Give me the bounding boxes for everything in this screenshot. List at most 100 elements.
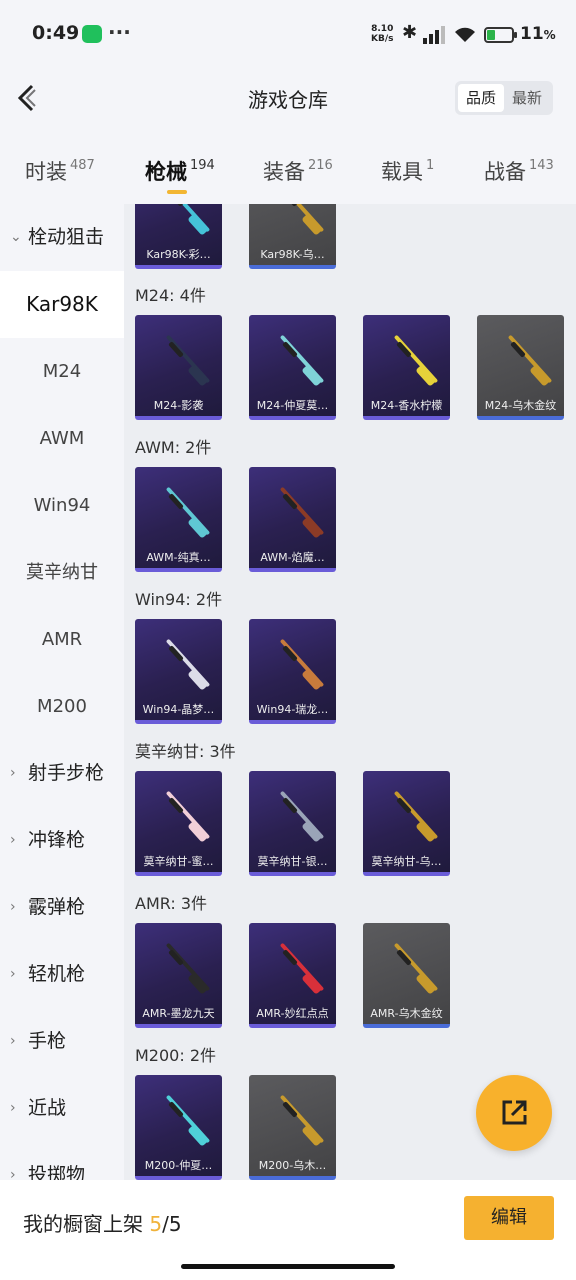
weapon-skin-card[interactable]: M24-影袭 bbox=[135, 315, 222, 420]
rifle-icon bbox=[157, 633, 211, 693]
weapon-skin-name: Kar98K-彩… bbox=[146, 248, 211, 261]
chevron-right-icon: › bbox=[10, 1167, 16, 1180]
weapon-skin-card[interactable]: AWM-焰魔… bbox=[249, 467, 336, 572]
gesture-handle bbox=[181, 1264, 395, 1269]
weapon-skin-card[interactable]: AWM-纯真… bbox=[135, 467, 222, 572]
sidebar-item[interactable]: AWM bbox=[0, 405, 124, 472]
weapon-skin-name: Win94-晶梦… bbox=[142, 703, 215, 716]
rifle-icon bbox=[385, 785, 439, 845]
share-button[interactable] bbox=[476, 1075, 552, 1151]
sidebar-item-label: 手枪 bbox=[28, 1030, 67, 1052]
weapon-skin-card[interactable]: 莫辛纳甘-蜜… bbox=[135, 771, 222, 876]
sidebar-item[interactable]: › 轻机枪 bbox=[0, 941, 124, 1008]
sidebar-item-label: M200 bbox=[37, 696, 87, 717]
sidebar-item-label: 霰弹枪 bbox=[28, 896, 86, 918]
sort-quality-option[interactable]: 品质 bbox=[458, 84, 504, 112]
rifle-icon bbox=[157, 329, 211, 389]
sidebar-item[interactable]: M24 bbox=[0, 338, 124, 405]
showcase-total: /5 bbox=[162, 1212, 182, 1236]
rifle-icon bbox=[499, 329, 553, 389]
weapon-skin-name: M200-仲夏… bbox=[144, 1159, 213, 1172]
sidebar-item[interactable]: Kar98K bbox=[0, 271, 124, 338]
signal-icon bbox=[423, 26, 445, 44]
tab-underline bbox=[167, 190, 187, 194]
showcase-status: 我的橱窗上架 5/5 bbox=[23, 1212, 182, 1236]
weapon-skin-card[interactable]: M24-乌木金纹 bbox=[477, 315, 564, 420]
rifle-icon bbox=[385, 937, 439, 997]
sidebar-item[interactable]: 莫辛纳甘 bbox=[0, 539, 124, 606]
more-notifications-icon: ··· bbox=[108, 20, 131, 44]
rifle-icon bbox=[271, 937, 325, 997]
rifle-icon bbox=[271, 481, 325, 541]
showcase-current: 5 bbox=[149, 1212, 163, 1236]
share-external-icon bbox=[502, 1100, 527, 1125]
section-title: M200: 2件 bbox=[135, 1046, 217, 1065]
sidebar-item[interactable]: › 霰弹枪 bbox=[0, 874, 124, 941]
network-speed: 8.10 KB/s bbox=[371, 24, 393, 44]
sidebar-item-label: Kar98K bbox=[26, 292, 98, 316]
section-title: AWM: 2件 bbox=[135, 438, 212, 457]
battery-icon bbox=[484, 27, 517, 43]
tab-vehicles[interactable]: 载具 1 bbox=[381, 156, 434, 186]
weapon-skin-name: Kar98K-乌… bbox=[260, 248, 325, 261]
sidebar-item[interactable]: › 射手步枪 bbox=[0, 740, 124, 807]
weapon-skin-card[interactable]: Win94-晶梦… bbox=[135, 619, 222, 724]
weapon-skin-name: AWM-纯真… bbox=[146, 551, 211, 564]
header: 游戏仓库 品质 最新 bbox=[0, 70, 576, 130]
rifle-icon bbox=[271, 204, 325, 238]
sidebar-item[interactable]: ⌄ 栓动狙击 bbox=[0, 204, 124, 271]
weapon-skin-card[interactable]: Kar98K-乌… bbox=[249, 204, 336, 269]
weapon-skin-card[interactable]: 莫辛纳甘-银… bbox=[249, 771, 336, 876]
tab-fashion[interactable]: 时装 487 bbox=[25, 156, 95, 186]
sidebar-item-label: 冲锋枪 bbox=[28, 829, 86, 851]
sidebar-item[interactable]: › 投掷物 bbox=[0, 1142, 124, 1180]
sidebar-item[interactable]: M200 bbox=[0, 673, 124, 740]
sidebar-item-label: AMR bbox=[41, 629, 83, 650]
sidebar-item-label: Win94 bbox=[33, 495, 91, 516]
weapon-skin-card[interactable]: Win94-瑞龙… bbox=[249, 619, 336, 724]
section-title: Win94: 2件 bbox=[135, 590, 223, 609]
weapon-skin-name: 莫辛纳甘-银… bbox=[257, 855, 328, 868]
weapon-skin-card[interactable]: M24-仲夏莫… bbox=[249, 315, 336, 420]
rifle-icon bbox=[157, 785, 211, 845]
sidebar-item[interactable]: Win94 bbox=[0, 472, 124, 539]
tab-equipment[interactable]: 装备 216 bbox=[263, 156, 333, 186]
weapon-skin-card[interactable]: M200-仲夏… bbox=[135, 1075, 222, 1180]
weapon-skin-card[interactable]: AMR-乌木金纹 bbox=[363, 923, 450, 1028]
rifle-icon bbox=[385, 329, 439, 389]
weapon-skin-name: M200-乌木… bbox=[258, 1159, 327, 1172]
rifle-icon bbox=[157, 204, 211, 238]
sidebar-item-label: AWM bbox=[39, 428, 85, 449]
chevron-right-icon: › bbox=[10, 832, 16, 848]
weapon-skin-name: M24-影袭 bbox=[153, 399, 204, 412]
weapon-skin-card[interactable]: 莫辛纳甘-乌… bbox=[363, 771, 450, 876]
weapon-skin-card[interactable]: AMR-墨龙九天 bbox=[135, 923, 222, 1028]
tab-firearms[interactable]: 枪械 194 bbox=[145, 156, 215, 194]
battery-level: 11% bbox=[520, 24, 556, 44]
weapon-skin-card[interactable]: M24-香水柠檬 bbox=[363, 315, 450, 420]
edit-button[interactable]: 编辑 bbox=[464, 1196, 554, 1240]
weapon-skin-name: M24-香水柠檬 bbox=[370, 399, 443, 412]
sort-latest-option[interactable]: 最新 bbox=[504, 84, 550, 112]
weapon-skin-name: AMR-乌木金纹 bbox=[370, 1007, 443, 1020]
sidebar-item-label: 射手步枪 bbox=[28, 762, 105, 784]
section-title: M24: 4件 bbox=[135, 286, 206, 305]
status-bar: 0:49 ··· 8.10 KB/s ✱ 11% bbox=[0, 0, 576, 70]
sidebar-item[interactable]: › 近战 bbox=[0, 1075, 124, 1142]
chevron-right-icon: › bbox=[10, 1100, 16, 1116]
sidebar-item-label: 莫辛纳甘 bbox=[26, 562, 98, 583]
network-speed-value: 8.10 bbox=[371, 24, 394, 34]
sort-toggle[interactable]: 品质 最新 bbox=[455, 81, 553, 115]
sidebar-item[interactable]: › 手枪 bbox=[0, 1008, 124, 1075]
sidebar-item-label: 栓动狙击 bbox=[28, 226, 105, 248]
chevron-right-icon: › bbox=[10, 966, 16, 982]
weapon-skin-card[interactable]: Kar98K-彩… bbox=[135, 204, 222, 269]
weapon-skin-card[interactable]: M200-乌木… bbox=[249, 1075, 336, 1180]
tab-supplies[interactable]: 战备 143 bbox=[484, 156, 554, 186]
sidebar-item[interactable]: AMR bbox=[0, 606, 124, 673]
section-title: AMR: 3件 bbox=[135, 894, 208, 913]
weapon-skin-name: M24-乌木金纹 bbox=[484, 399, 557, 412]
sidebar-item[interactable]: › 冲锋枪 bbox=[0, 807, 124, 874]
rifle-icon bbox=[157, 1089, 211, 1149]
weapon-skin-card[interactable]: AMR-妙红点点 bbox=[249, 923, 336, 1028]
